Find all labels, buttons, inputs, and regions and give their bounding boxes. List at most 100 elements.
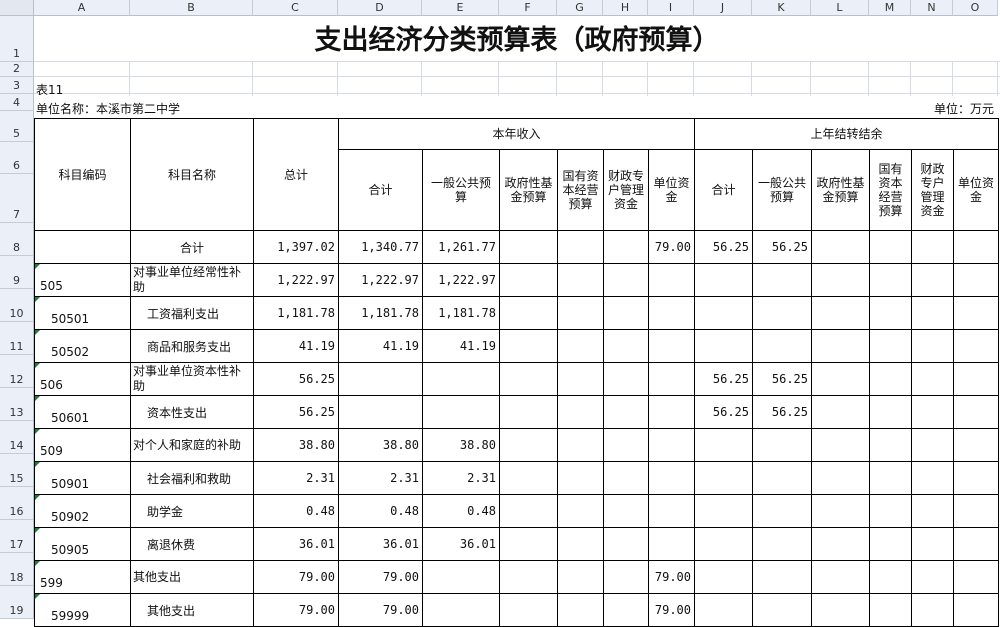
cell-c1[interactable] bbox=[338, 362, 423, 396]
cell-c2[interactable] bbox=[422, 362, 500, 396]
cell-name[interactable]: 对个人和家庭的补助 bbox=[130, 428, 254, 462]
cell-c4[interactable] bbox=[557, 428, 604, 462]
column-header-l[interactable]: L bbox=[811, 0, 869, 16]
cell-c3[interactable] bbox=[499, 395, 558, 429]
cell-c5[interactable] bbox=[603, 263, 649, 297]
cell-name[interactable]: 合计 bbox=[130, 230, 254, 264]
cell-name[interactable]: 其他支出 bbox=[130, 593, 254, 627]
cell-c7[interactable] bbox=[694, 263, 753, 297]
cell-c11[interactable] bbox=[911, 593, 954, 627]
row-header-14[interactable]: 14 bbox=[0, 421, 34, 454]
cell-c2[interactable]: 1,261.77 bbox=[422, 230, 500, 264]
cell-c10[interactable] bbox=[869, 263, 912, 297]
cell-c8[interactable] bbox=[752, 461, 812, 495]
cell-c5[interactable] bbox=[603, 593, 649, 627]
column-header-k[interactable]: K bbox=[752, 0, 811, 16]
cell-name[interactable]: 对事业单位资本性补助 bbox=[130, 362, 254, 396]
cell-c8[interactable] bbox=[752, 560, 812, 594]
cell-c5[interactable] bbox=[603, 527, 649, 561]
subheader-6[interactable]: 合计 bbox=[694, 149, 753, 231]
cell-c2[interactable] bbox=[422, 560, 500, 594]
column-header-i[interactable]: I bbox=[648, 0, 694, 16]
cell-c3[interactable] bbox=[499, 362, 558, 396]
cell-c6[interactable] bbox=[648, 494, 695, 528]
cell-total[interactable]: 56.25 bbox=[253, 362, 339, 396]
subheader-3[interactable]: 国有资本经营预算 bbox=[557, 149, 604, 231]
column-header-c[interactable]: C bbox=[253, 0, 338, 16]
cell-c9[interactable] bbox=[811, 395, 870, 429]
cell-code[interactable]: 599 bbox=[34, 560, 131, 594]
cell-c4[interactable] bbox=[557, 230, 604, 264]
cell-total[interactable]: 79.00 bbox=[253, 560, 339, 594]
cell-c11[interactable] bbox=[911, 329, 954, 363]
subheader-4[interactable]: 财政专户管理资金 bbox=[603, 149, 649, 231]
cell-c1[interactable]: 36.01 bbox=[338, 527, 423, 561]
cell-c12[interactable] bbox=[953, 527, 999, 561]
cell-c8[interactable] bbox=[752, 527, 812, 561]
cell-c5[interactable] bbox=[603, 395, 649, 429]
column-header-d[interactable]: D bbox=[338, 0, 422, 16]
cell-total[interactable]: 38.80 bbox=[253, 428, 339, 462]
cell-total[interactable]: 36.01 bbox=[253, 527, 339, 561]
cell-name[interactable]: 对事业单位经常性补助 bbox=[130, 263, 254, 297]
cell-code[interactable]: 506 bbox=[34, 362, 131, 396]
cell-c5[interactable] bbox=[603, 362, 649, 396]
cell-c12[interactable] bbox=[953, 296, 999, 330]
cell-c11[interactable] bbox=[911, 395, 954, 429]
cell-c10[interactable] bbox=[869, 461, 912, 495]
cell-c1[interactable]: 41.19 bbox=[338, 329, 423, 363]
column-header-e[interactable]: E bbox=[422, 0, 499, 16]
cell-c2[interactable]: 1,222.97 bbox=[422, 263, 500, 297]
cell-total[interactable]: 2.31 bbox=[253, 461, 339, 495]
cell-c9[interactable] bbox=[811, 428, 870, 462]
cell-c8[interactable] bbox=[752, 494, 812, 528]
cell-c9[interactable] bbox=[811, 461, 870, 495]
subheader-1[interactable]: 一般公共预算 bbox=[422, 149, 500, 231]
cell-c7[interactable]: 56.25 bbox=[694, 362, 753, 396]
cell-c12[interactable] bbox=[953, 560, 999, 594]
cell-c11[interactable] bbox=[911, 230, 954, 264]
cell-c7[interactable] bbox=[694, 329, 753, 363]
row-header-16[interactable]: 16 bbox=[0, 487, 34, 520]
cell-c5[interactable] bbox=[603, 461, 649, 495]
cell-c12[interactable] bbox=[953, 593, 999, 627]
cell-c5[interactable] bbox=[603, 560, 649, 594]
cell-c10[interactable] bbox=[869, 428, 912, 462]
cell-code[interactable]: 50901 bbox=[34, 461, 131, 495]
cell-c8[interactable]: 56.25 bbox=[752, 395, 812, 429]
cell-c11[interactable] bbox=[911, 296, 954, 330]
cell-c3[interactable] bbox=[499, 461, 558, 495]
cell-c8[interactable] bbox=[752, 329, 812, 363]
cell-c12[interactable] bbox=[953, 428, 999, 462]
cell-c4[interactable] bbox=[557, 296, 604, 330]
cell-c2[interactable] bbox=[422, 593, 500, 627]
cell-c7[interactable]: 56.25 bbox=[694, 230, 753, 264]
column-header-m[interactable]: M bbox=[869, 0, 911, 16]
row-header-3[interactable]: 3 bbox=[0, 77, 34, 94]
cell-c6[interactable] bbox=[648, 428, 695, 462]
cell-c9[interactable] bbox=[811, 263, 870, 297]
cell-c4[interactable] bbox=[557, 461, 604, 495]
cell-c1[interactable]: 2.31 bbox=[338, 461, 423, 495]
cell-c9[interactable] bbox=[811, 527, 870, 561]
cell-name[interactable]: 工资福利支出 bbox=[130, 296, 254, 330]
cell-c3[interactable] bbox=[499, 560, 558, 594]
row-header-15[interactable]: 15 bbox=[0, 454, 34, 487]
cell-name[interactable]: 其他支出 bbox=[130, 560, 254, 594]
column-header-n[interactable]: N bbox=[911, 0, 953, 16]
cell-c9[interactable] bbox=[811, 560, 870, 594]
cell-c6[interactable] bbox=[648, 395, 695, 429]
row-header-18[interactable]: 18 bbox=[0, 553, 34, 586]
cell-c3[interactable] bbox=[499, 527, 558, 561]
header-last-year-carryover[interactable]: 上年结转结余 bbox=[694, 118, 999, 150]
subheader-8[interactable]: 政府性基金预算 bbox=[811, 149, 870, 231]
cell-c12[interactable] bbox=[953, 395, 999, 429]
cell-c8[interactable]: 56.25 bbox=[752, 230, 812, 264]
cell-c9[interactable] bbox=[811, 329, 870, 363]
row-header-8[interactable]: 8 bbox=[0, 223, 34, 256]
cell-name[interactable]: 离退休费 bbox=[130, 527, 254, 561]
cell-c3[interactable] bbox=[499, 329, 558, 363]
cell-c3[interactable] bbox=[499, 593, 558, 627]
cell-code[interactable] bbox=[34, 230, 131, 264]
cell-c4[interactable] bbox=[557, 362, 604, 396]
